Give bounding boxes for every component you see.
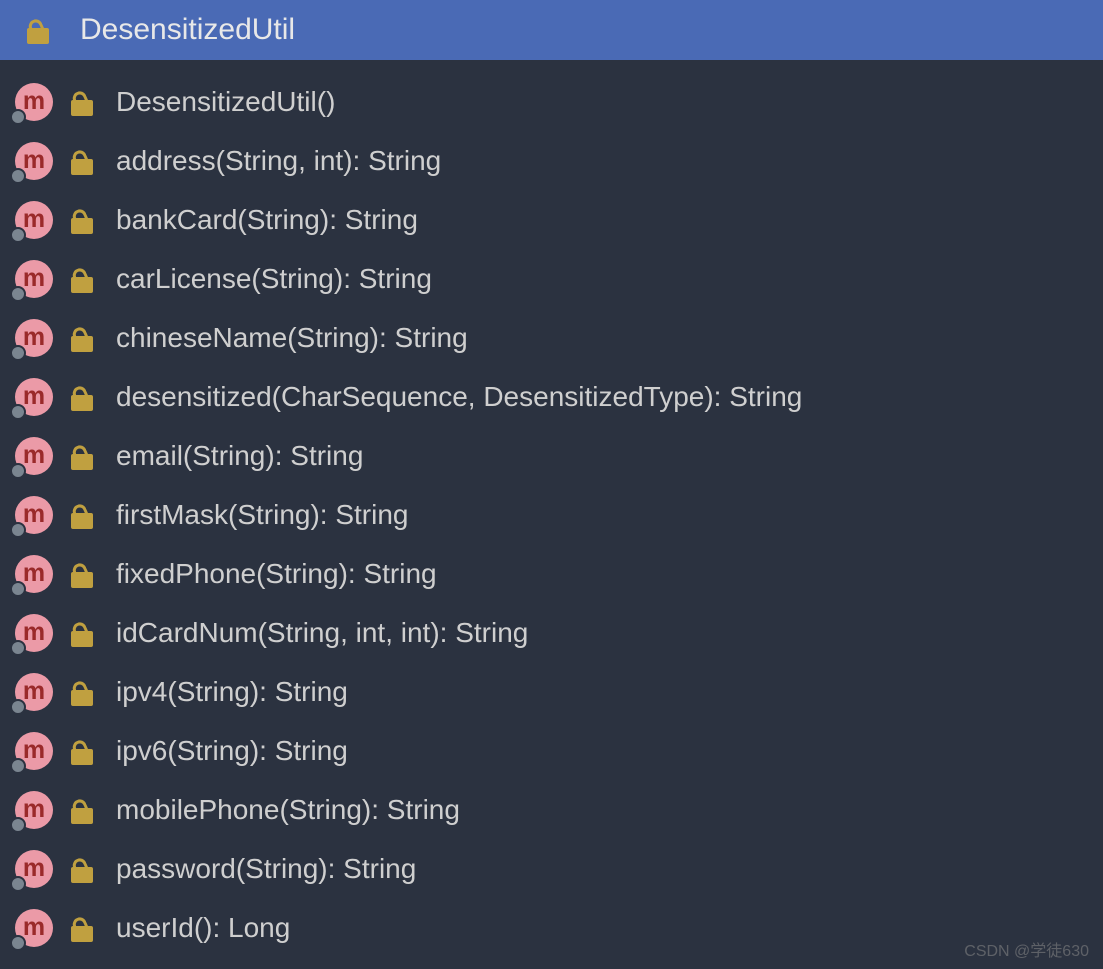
method-signature: mobilePhone(String): String	[116, 794, 460, 826]
method-row[interactable]: m mobilePhone(String): String	[0, 780, 1103, 839]
lock-open-icon	[68, 796, 96, 824]
method-row[interactable]: m ipv6(String): String	[0, 721, 1103, 780]
class-name: DesensitizedUtil	[80, 13, 295, 47]
method-row[interactable]: m userId(): Long	[0, 898, 1103, 957]
lock-open-icon	[68, 147, 96, 175]
method-icon: m	[14, 613, 54, 653]
method-icon: m	[14, 554, 54, 594]
lock-open-icon	[68, 324, 96, 352]
lock-open-icon	[68, 855, 96, 883]
method-row[interactable]: m password(String): String	[0, 839, 1103, 898]
method-signature: address(String, int): String	[116, 145, 441, 177]
lock-open-icon	[68, 88, 96, 116]
method-icon: m	[14, 908, 54, 948]
method-signature: password(String): String	[116, 853, 416, 885]
method-row[interactable]: m fixedPhone(String): String	[0, 544, 1103, 603]
method-icon: m	[14, 200, 54, 240]
method-signature: userId(): Long	[116, 912, 290, 944]
method-row[interactable]: m DesensitizedUtil()	[0, 72, 1103, 131]
lock-open-icon	[68, 442, 96, 470]
lock-open-icon	[68, 265, 96, 293]
method-list: m DesensitizedUtil() m address(String, i…	[0, 60, 1103, 957]
method-icon: m	[14, 790, 54, 830]
method-row[interactable]: m address(String, int): String	[0, 131, 1103, 190]
method-signature: ipv6(String): String	[116, 735, 348, 767]
method-row[interactable]: m ipv4(String): String	[0, 662, 1103, 721]
method-icon: m	[14, 141, 54, 181]
method-icon: m	[14, 849, 54, 889]
method-icon: m	[14, 318, 54, 358]
method-signature: idCardNum(String, int, int): String	[116, 617, 528, 649]
method-row[interactable]: m bankCard(String): String	[0, 190, 1103, 249]
method-row[interactable]: m idCardNum(String, int, int): String	[0, 603, 1103, 662]
lock-open-icon	[68, 383, 96, 411]
watermark: CSDN @学徒630	[964, 937, 1089, 961]
lock-open-icon	[24, 16, 52, 44]
method-signature: bankCard(String): String	[116, 204, 418, 236]
method-signature: ipv4(String): String	[116, 676, 348, 708]
method-signature: firstMask(String): String	[116, 499, 409, 531]
method-row[interactable]: m email(String): String	[0, 426, 1103, 485]
method-icon: m	[14, 436, 54, 476]
method-icon: m	[14, 731, 54, 771]
method-row[interactable]: m desensitized(CharSequence, Desensitize…	[0, 367, 1103, 426]
lock-open-icon	[68, 560, 96, 588]
lock-open-icon	[68, 501, 96, 529]
method-row[interactable]: m chineseName(String): String	[0, 308, 1103, 367]
method-row[interactable]: m firstMask(String): String	[0, 485, 1103, 544]
method-signature: chineseName(String): String	[116, 322, 468, 354]
method-icon: m	[14, 82, 54, 122]
method-signature: fixedPhone(String): String	[116, 558, 437, 590]
lock-open-icon	[68, 206, 96, 234]
method-icon: m	[14, 495, 54, 535]
lock-open-icon	[68, 914, 96, 942]
lock-open-icon	[68, 619, 96, 647]
method-icon: m	[14, 672, 54, 712]
method-icon: m	[14, 377, 54, 417]
lock-open-icon	[68, 678, 96, 706]
lock-open-icon	[68, 737, 96, 765]
method-signature: carLicense(String): String	[116, 263, 432, 295]
class-header[interactable]: DesensitizedUtil	[0, 0, 1103, 60]
method-row[interactable]: m carLicense(String): String	[0, 249, 1103, 308]
method-signature: desensitized(CharSequence, DesensitizedT…	[116, 381, 802, 413]
method-signature: DesensitizedUtil()	[116, 86, 335, 118]
method-icon: m	[14, 259, 54, 299]
method-signature: email(String): String	[116, 440, 363, 472]
